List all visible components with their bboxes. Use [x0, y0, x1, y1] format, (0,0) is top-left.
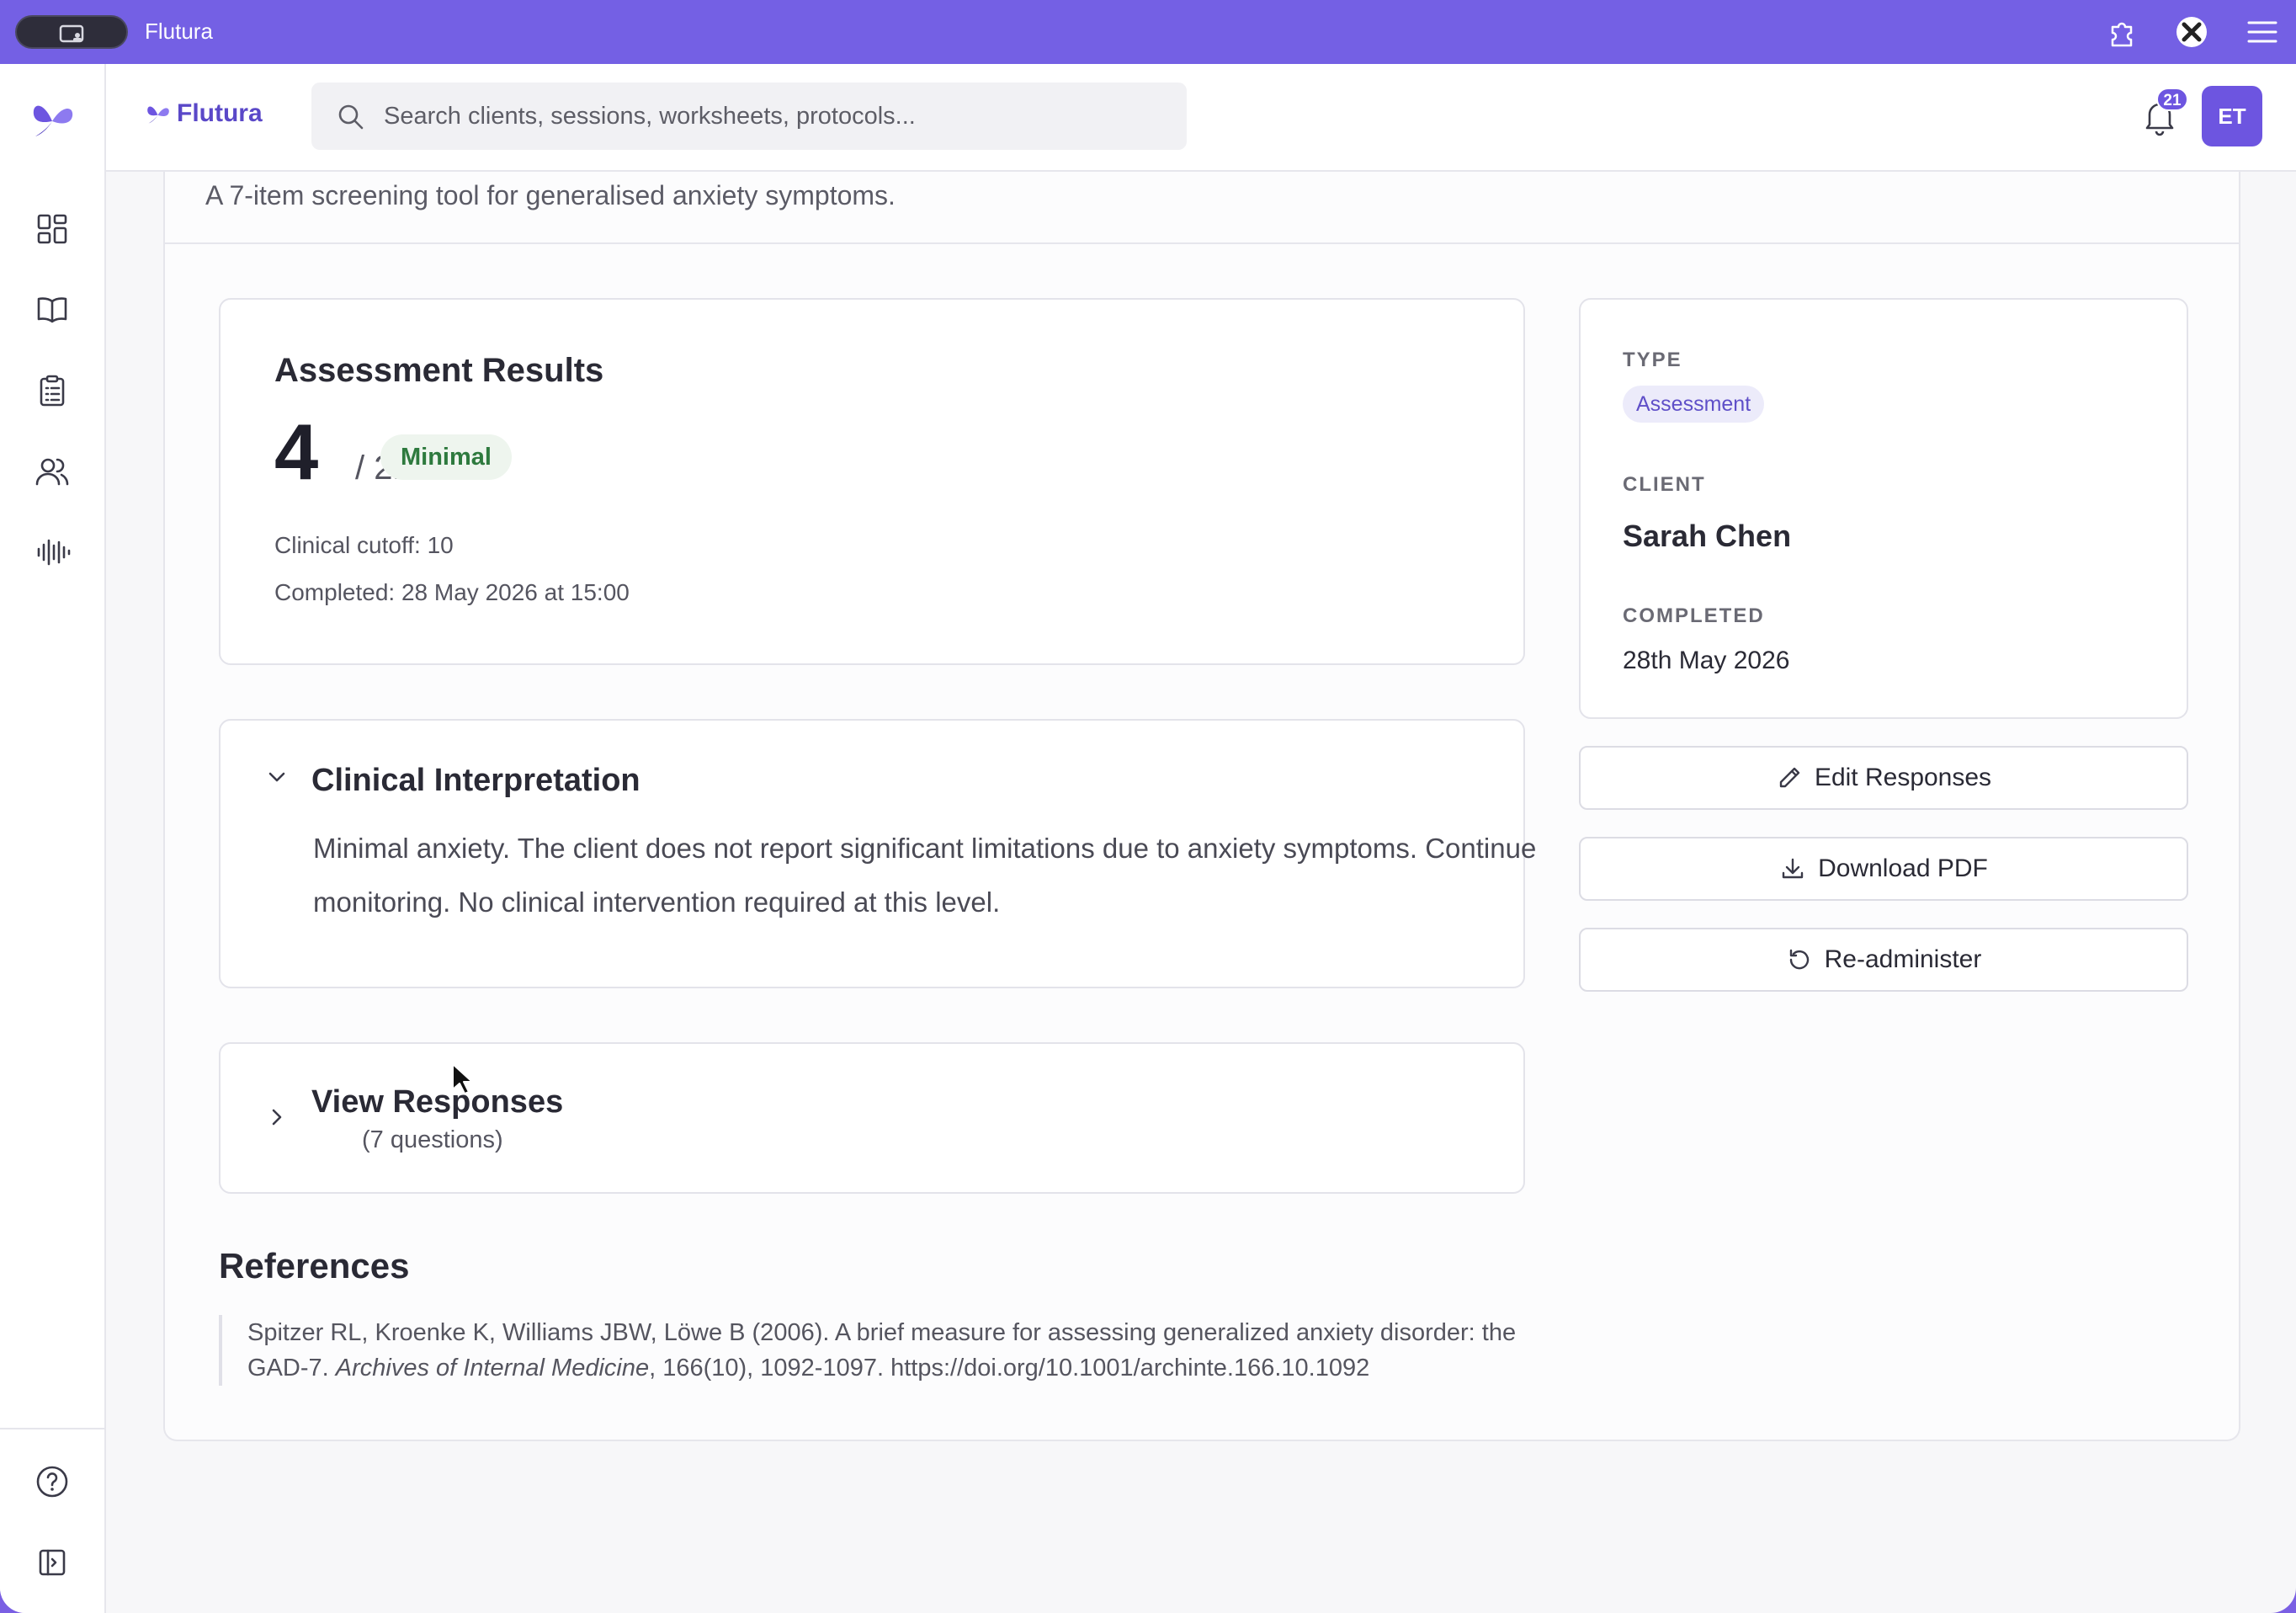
mouse-cursor-icon [452, 1063, 473, 1094]
edit-responses-label: Edit Responses [1814, 764, 1992, 791]
pencil-icon [1779, 767, 1800, 788]
readminister-label: Re-administer [1824, 945, 1982, 973]
reference-citation: Spitzer RL, Kroenke K, Williams JBW, Löw… [219, 1315, 1532, 1386]
interpretation-text: Minimal anxiety. The client does not rep… [313, 833, 1537, 918]
search-icon [338, 104, 364, 130]
references-title: References [219, 1246, 410, 1286]
responses-count: (7 questions) [362, 1126, 503, 1153]
sidebar [0, 64, 106, 1613]
clipboard-icon[interactable] [34, 372, 71, 409]
search-input[interactable] [384, 83, 1175, 150]
details-card: TYPE Assessment CLIENT Sarah Chen COMPLE… [1579, 298, 2188, 719]
interpretation-card: Clinical Interpretation Minimal anxiety.… [219, 719, 1536, 988]
interpretation-title: Clinical Interpretation [311, 763, 640, 798]
results-title: Assessment Results [274, 352, 604, 389]
clinical-cutoff: Clinical cutoff: 10 [274, 532, 454, 558]
interpretation-toggle[interactable]: Clinical Interpretation [221, 721, 1523, 813]
screen-share-toggle[interactable] [15, 15, 128, 49]
app-header: Flutura 21 ET [106, 64, 2296, 172]
title-bar: Flutura [0, 0, 2296, 64]
brand-link[interactable]: Flutura [145, 99, 263, 128]
sidebar-expand-icon[interactable] [34, 1544, 71, 1581]
client-label: CLIENT [1623, 473, 1706, 496]
help-circle-icon[interactable] [34, 1463, 71, 1500]
users-icon[interactable] [34, 453, 71, 490]
responses-title: View Responses [311, 1084, 564, 1120]
chevron-right-icon [272, 1109, 282, 1126]
chevron-down-icon [268, 772, 285, 782]
sidebar-divider [0, 1428, 106, 1429]
menu-icon[interactable] [2246, 15, 2279, 49]
client-name[interactable]: Sarah Chen [1623, 519, 1791, 554]
brand-name: Flutura [177, 99, 263, 127]
extension-puzzle-icon[interactable] [2106, 15, 2139, 49]
type-label: TYPE [1623, 349, 1682, 371]
search-bar[interactable] [311, 83, 1187, 150]
score-value: 4 [274, 407, 319, 496]
page-description: A 7-item screening tool for generalised … [205, 180, 896, 210]
audio-waveform-icon[interactable] [34, 534, 71, 571]
description-bar: A 7-item screening tool for generalised … [165, 172, 2239, 244]
butterfly-logo-icon[interactable] [29, 98, 77, 140]
completed-timestamp: Completed: 28 May 2026 at 15:00 [274, 579, 630, 605]
completed-label: COMPLETED [1623, 604, 1765, 627]
rotate-ccw-icon [1789, 949, 1809, 970]
avatar[interactable]: ET [2202, 86, 2262, 146]
edit-responses-button[interactable]: Edit Responses [1579, 746, 2188, 810]
results-card: Assessment Results 4 / 21 Minimal Clinic… [219, 298, 1525, 665]
responses-card[interactable]: View Responses (7 questions) [219, 1042, 1525, 1194]
dashboard-icon[interactable] [34, 210, 71, 248]
window-title: Flutura [145, 19, 213, 44]
content-panel: A 7-item screening tool for generalised … [163, 172, 2240, 1441]
butterfly-logo-icon [147, 106, 169, 124]
completed-date: 28th May 2026 [1623, 647, 1790, 674]
download-pdf-button[interactable]: Download PDF [1579, 837, 2188, 901]
book-icon[interactable] [34, 291, 71, 328]
download-icon [1782, 858, 1804, 879]
tools-icon[interactable] [2175, 15, 2208, 49]
app-window: Flutura Flutura Search clients, sessions… [0, 0, 2296, 1613]
citation-journal: Archives of Internal Medicine [335, 1355, 650, 1381]
readminister-button[interactable]: Re-administer [1579, 928, 2188, 992]
type-badge: Assessment [1623, 386, 1765, 423]
notification-badge: 21 [2156, 88, 2188, 111]
screen-share-icon [59, 24, 84, 43]
download-pdf-label: Download PDF [1818, 854, 1988, 882]
citation-details: , 166(10), 1092-1097. https://doi.org/10… [649, 1355, 1370, 1381]
severity-badge: Minimal [380, 434, 512, 480]
